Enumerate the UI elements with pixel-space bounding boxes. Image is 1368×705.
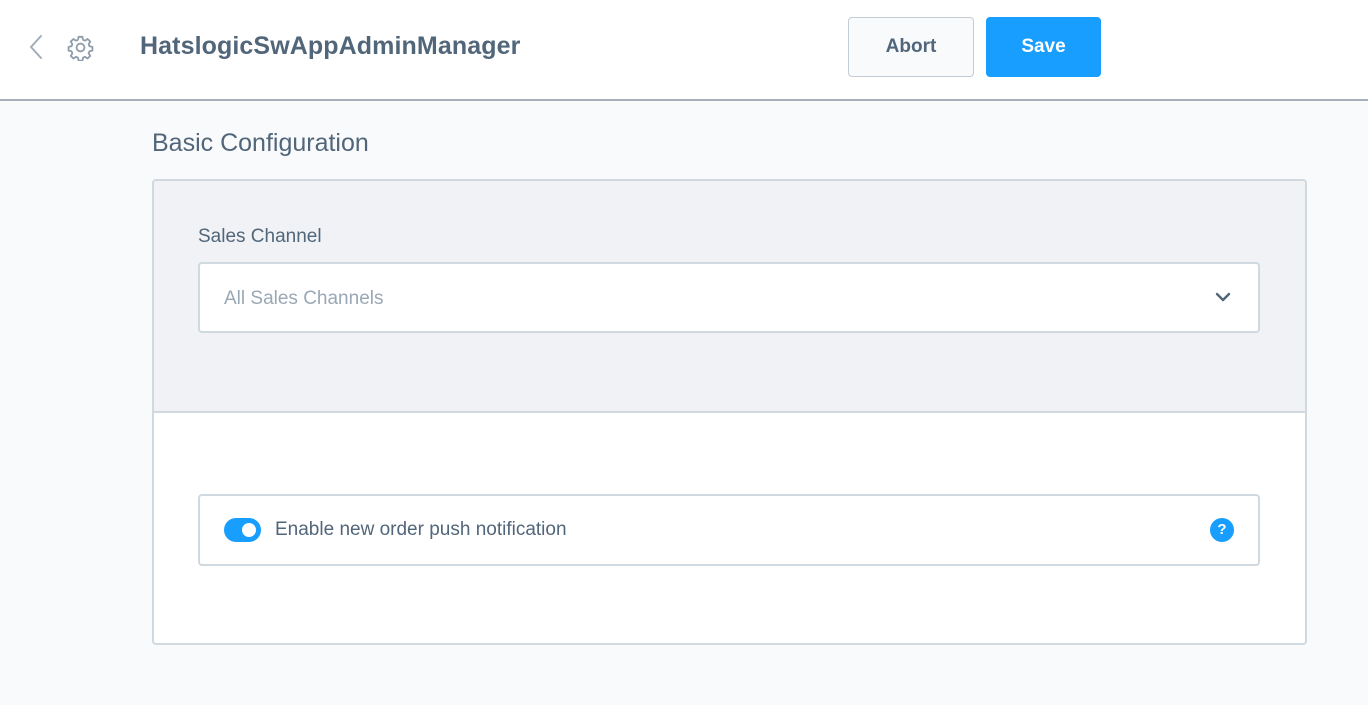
sales-channel-panel: Sales Channel All Sales Channels — [154, 181, 1305, 413]
settings-button[interactable] — [67, 34, 94, 62]
toggle-knob — [242, 523, 256, 537]
push-notification-row: Enable new order push notification ? — [198, 494, 1260, 566]
chevron-down-icon — [1215, 292, 1231, 302]
chevron-left-icon — [30, 35, 42, 59]
gear-icon — [67, 35, 94, 62]
configuration-card: Sales Channel All Sales Channels Enable … — [152, 179, 1307, 645]
abort-button[interactable]: Abort — [848, 17, 974, 77]
back-button[interactable] — [24, 33, 48, 61]
save-button[interactable]: Save — [986, 17, 1101, 77]
push-notification-label: Enable new order push notification — [275, 519, 567, 540]
sales-channel-select[interactable]: All Sales Channels — [198, 262, 1260, 333]
push-notification-toggle[interactable] — [224, 518, 261, 542]
section-title: Basic Configuration — [152, 129, 369, 157]
sales-channel-label: Sales Channel — [198, 226, 322, 247]
app-header: HatslogicSwAppAdminManager Abort Save — [0, 0, 1368, 101]
question-mark-icon[interactable]: ? — [1210, 518, 1234, 542]
sales-channel-placeholder: All Sales Channels — [224, 288, 384, 309]
page-title: HatslogicSwAppAdminManager — [140, 32, 521, 60]
